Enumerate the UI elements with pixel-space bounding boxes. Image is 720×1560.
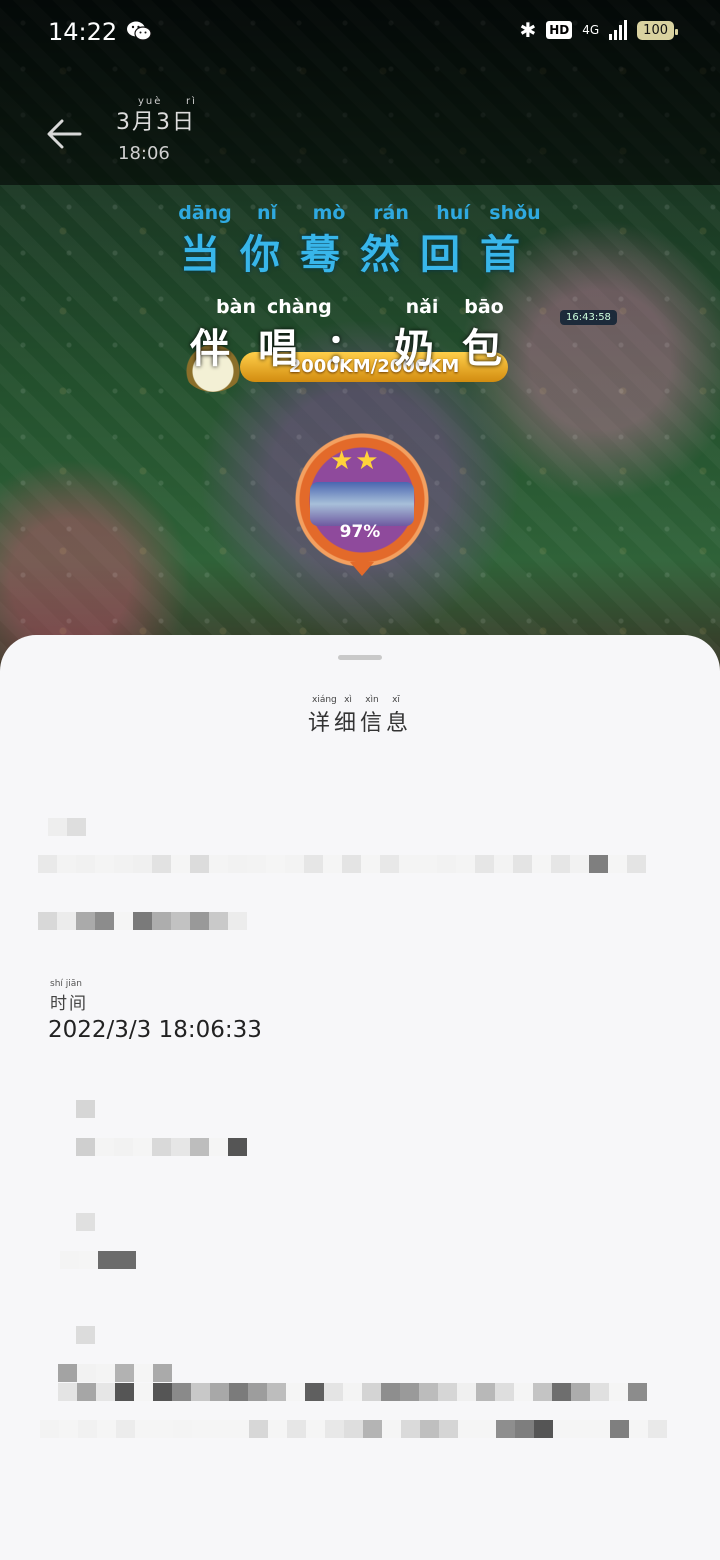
back-arrow-icon[interactable] — [44, 114, 84, 154]
time-label-text: 时间 — [50, 994, 88, 1014]
pinyin: xìn — [365, 695, 379, 705]
pinyin: chàng — [267, 296, 332, 318]
pinyin: rán — [373, 202, 409, 224]
pinyin: huí — [436, 202, 470, 224]
photo-date: yuè rì 3月3日 — [116, 96, 196, 136]
medal-pointer — [350, 562, 374, 576]
hd-badge: HD — [546, 21, 573, 39]
pinyin: bàn — [216, 296, 256, 318]
pinyin: xī — [392, 695, 400, 705]
bluetooth-icon: ✱ — [519, 18, 537, 42]
redacted-text — [76, 1138, 247, 1156]
redacted-label — [48, 818, 86, 836]
time-value: 2022/3/3 18:06:33 — [48, 1017, 262, 1043]
stars-icon: ★★ — [330, 446, 381, 476]
pinyin: mò — [312, 202, 346, 224]
drag-handle[interactable] — [338, 655, 382, 660]
redacted-text — [60, 1251, 136, 1269]
redacted-label — [76, 1213, 95, 1231]
redacted-label — [76, 1100, 95, 1118]
signal-icon — [609, 20, 628, 40]
lyric-line-1-pinyin: dāng nǐ mò rán huí shǒu — [0, 202, 720, 224]
date-text: 3月3日 — [116, 110, 196, 135]
sheet-title-pinyin: xiáng xì xìn xī — [0, 695, 720, 705]
pinyin: shǒu — [489, 202, 541, 224]
redacted-text — [38, 912, 247, 930]
lyric-line-1-text: 当你蓦然回首 — [180, 232, 540, 278]
lyric-line-2: bàn chàng nǎi bāo 伴唱：奶包 — [0, 296, 720, 374]
time-label-pinyin: shí jiān — [50, 979, 82, 989]
pinyin: dāng — [178, 202, 232, 224]
redacted-label — [76, 1326, 95, 1344]
redacted-text — [58, 1383, 647, 1401]
status-time: 14:22 — [48, 18, 118, 46]
time-label: shí jiān 时间 — [50, 979, 88, 1014]
pinyin: xiáng — [312, 695, 337, 705]
details-sheet[interactable]: xiáng xì xìn xī 详细信息 shí jiān 时间 2022/3/… — [0, 635, 720, 1560]
pinyin: xì — [344, 695, 352, 705]
battery-icon: 100 — [637, 20, 678, 40]
sheet-title: xiáng xì xìn xī 详细信息 — [0, 695, 720, 737]
lyric-line-2-pinyin: bàn chàng nǎi bāo — [0, 296, 720, 318]
redacted-text — [40, 1420, 667, 1438]
lyric-line-2-text: 伴唱：奶包 — [190, 326, 530, 372]
network-type: 4G — [582, 23, 600, 37]
redacted-text — [58, 1364, 172, 1382]
status-bar: 14:22 ✱ HD 4G 100 — [0, 0, 720, 64]
redacted-text — [38, 855, 646, 873]
date-pinyin-day: rì — [186, 96, 197, 107]
medal-landscape — [310, 482, 414, 526]
pinyin: bāo — [464, 296, 504, 318]
wechat-icon — [127, 21, 152, 41]
date-pinyin-month: yuè — [138, 96, 163, 107]
photo-time: 18:06 — [118, 143, 170, 164]
lyric-line-1: dāng nǐ mò rán huí shǒu 当你蓦然回首 — [0, 202, 720, 280]
pinyin: nǐ — [256, 202, 278, 224]
pinyin: nǎi — [405, 296, 439, 318]
background-photo: 2000KM/2000KM 16:43:58 ★★ 97% dāng nǐ mò… — [0, 0, 720, 700]
pinyin — [329, 296, 391, 318]
sheet-title-text: 详细信息 — [307, 711, 412, 736]
progress-percent: 97% — [339, 522, 381, 542]
